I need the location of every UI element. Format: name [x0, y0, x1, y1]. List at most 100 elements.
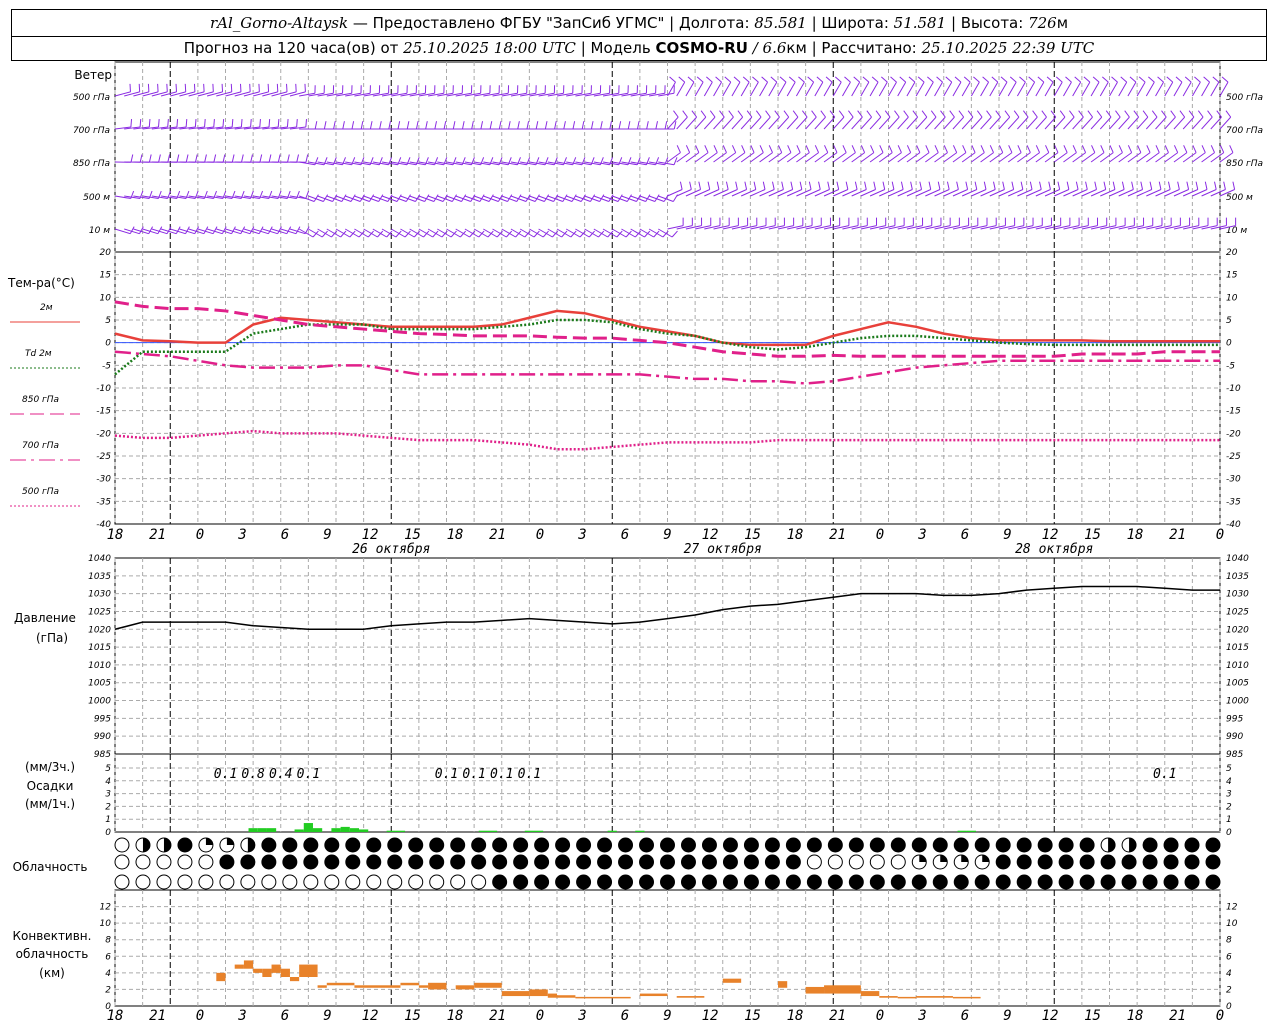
- temp-legend-label: 500 гПа: [22, 487, 59, 497]
- wind-barb: [1192, 110, 1204, 130]
- wind-barb-flag: [1091, 145, 1096, 153]
- cloud-cover-symbol: [680, 874, 696, 890]
- wind-barb: [1090, 110, 1103, 130]
- wind-barb: [1090, 181, 1107, 197]
- cloud-circle: [345, 854, 361, 870]
- cloud-cover-symbol: [597, 854, 613, 870]
- wind-barb: [805, 110, 817, 130]
- wind-barb-flag: [774, 110, 780, 118]
- wind-barb-flag: [897, 145, 902, 153]
- wind-barb-flag: [882, 181, 886, 190]
- wind-barb: [289, 83, 306, 97]
- cloud-circle: [806, 837, 822, 853]
- wind-barb-flag: [1121, 181, 1125, 190]
- cloud-circle: [848, 837, 864, 853]
- date-label: 26 октября: [352, 542, 430, 557]
- cloud-circle: [597, 837, 613, 853]
- cloud-circle: [1079, 874, 1095, 890]
- wind-barb-flag: [1197, 110, 1204, 118]
- cloud-cover-symbol: [408, 874, 424, 890]
- conv-unit: (км): [39, 966, 65, 980]
- conv-cloud-bar: [400, 982, 419, 986]
- wind-barb-flag: [1184, 76, 1192, 83]
- conv-cloud-bar: [860, 991, 880, 997]
- wind-barb-flag: [928, 181, 932, 190]
- wind-barb-flag: [212, 226, 218, 234]
- wind-barb-shaft: [823, 81, 833, 97]
- wind-barb-flag: [1008, 145, 1013, 153]
- cloud-cover-symbol: [366, 874, 382, 890]
- wind-barb-flag: [609, 121, 612, 130]
- wind-barb-flag: [314, 121, 318, 130]
- wind-barb: [510, 121, 530, 130]
- wind-barb: [133, 83, 150, 97]
- temp-ytick-right: -10: [1226, 384, 1241, 394]
- wind-barb: [989, 217, 1006, 230]
- cloud-cover-symbol: [680, 854, 696, 870]
- cloud-cover-symbol: [1016, 854, 1032, 870]
- conv-cloud-bar: [639, 993, 668, 997]
- precip-amount-label: 0.1: [214, 767, 237, 782]
- conv-ytick-right: 8: [1226, 936, 1232, 946]
- temp-ytick-right: -30: [1226, 475, 1241, 485]
- wind-barb-shaft: [980, 116, 992, 130]
- cloud-cover-symbol: [366, 854, 382, 870]
- cloud-circle: [660, 874, 675, 890]
- wind-barb: [667, 110, 679, 130]
- precip-amount-label: 0.4: [269, 767, 292, 782]
- cloud-circle: [408, 874, 424, 890]
- cloud-circle: [303, 837, 319, 853]
- temp-ytick-right: -25: [1226, 452, 1241, 462]
- wind-barb-shaft: [1099, 81, 1109, 97]
- wind-barb-flag: [480, 121, 484, 130]
- cloud-cover-symbol: [1184, 837, 1200, 853]
- wind-barb-flag: [535, 121, 539, 130]
- wind-barb-flag: [636, 121, 640, 130]
- wind-barb-flag: [1223, 181, 1226, 190]
- cloud-circle: [534, 874, 550, 890]
- precip-ytick-right: 3: [1226, 790, 1232, 800]
- cloud-circle: [555, 854, 571, 870]
- cloud-circle: [890, 874, 906, 890]
- wind-barb-flag: [930, 110, 937, 118]
- cloud-circle: [806, 854, 822, 870]
- wind-barb-flag: [258, 226, 264, 234]
- wind-barb: [151, 83, 168, 97]
- conv-ytick-left: 6: [105, 952, 111, 962]
- wind-barb-flag: [148, 154, 152, 163]
- wind-barb: [1201, 110, 1213, 130]
- wind-barb-shaft: [703, 81, 713, 97]
- cloud-circle: [660, 854, 675, 870]
- wind-barb-flag: [1105, 110, 1112, 118]
- cloud-cover-symbol: [1037, 854, 1053, 870]
- wind-barb-flag: [669, 76, 676, 83]
- wind-barb: [1100, 217, 1117, 230]
- cloud-circle: [387, 854, 403, 870]
- wind-barb: [252, 83, 270, 97]
- cloud-circle: [429, 874, 445, 890]
- cloud-circle: [408, 837, 424, 853]
- precip-bar: [386, 830, 396, 832]
- wind-barb-flag: [231, 154, 235, 163]
- cloud-circle: [429, 837, 445, 853]
- cloud-circle: [1184, 874, 1200, 890]
- wind-barb: [759, 181, 775, 197]
- wind-barb-flag: [725, 181, 729, 190]
- wind-barb: [750, 181, 766, 197]
- wind-barb-shaft: [1192, 116, 1204, 130]
- cloud-circle: [639, 837, 655, 853]
- wind-barb-flag: [735, 181, 738, 190]
- wind-barb-flag: [752, 76, 759, 83]
- cloud-cover-symbol: [806, 874, 822, 890]
- x-tick-label: 6: [281, 527, 289, 543]
- wind-barb: [685, 181, 702, 197]
- wind-barb-flag: [296, 154, 299, 163]
- cloud-cover-symbol: [156, 837, 172, 853]
- x-tick-label: 12: [702, 527, 719, 543]
- precip-amount-label: 0.1: [490, 767, 513, 782]
- wind-barb-flag: [158, 119, 160, 128]
- wind-barb: [308, 121, 327, 130]
- wind-barb-flag: [1072, 145, 1077, 153]
- cloud-cover-symbol: [492, 874, 508, 890]
- wind-barb-flag: [1212, 76, 1220, 83]
